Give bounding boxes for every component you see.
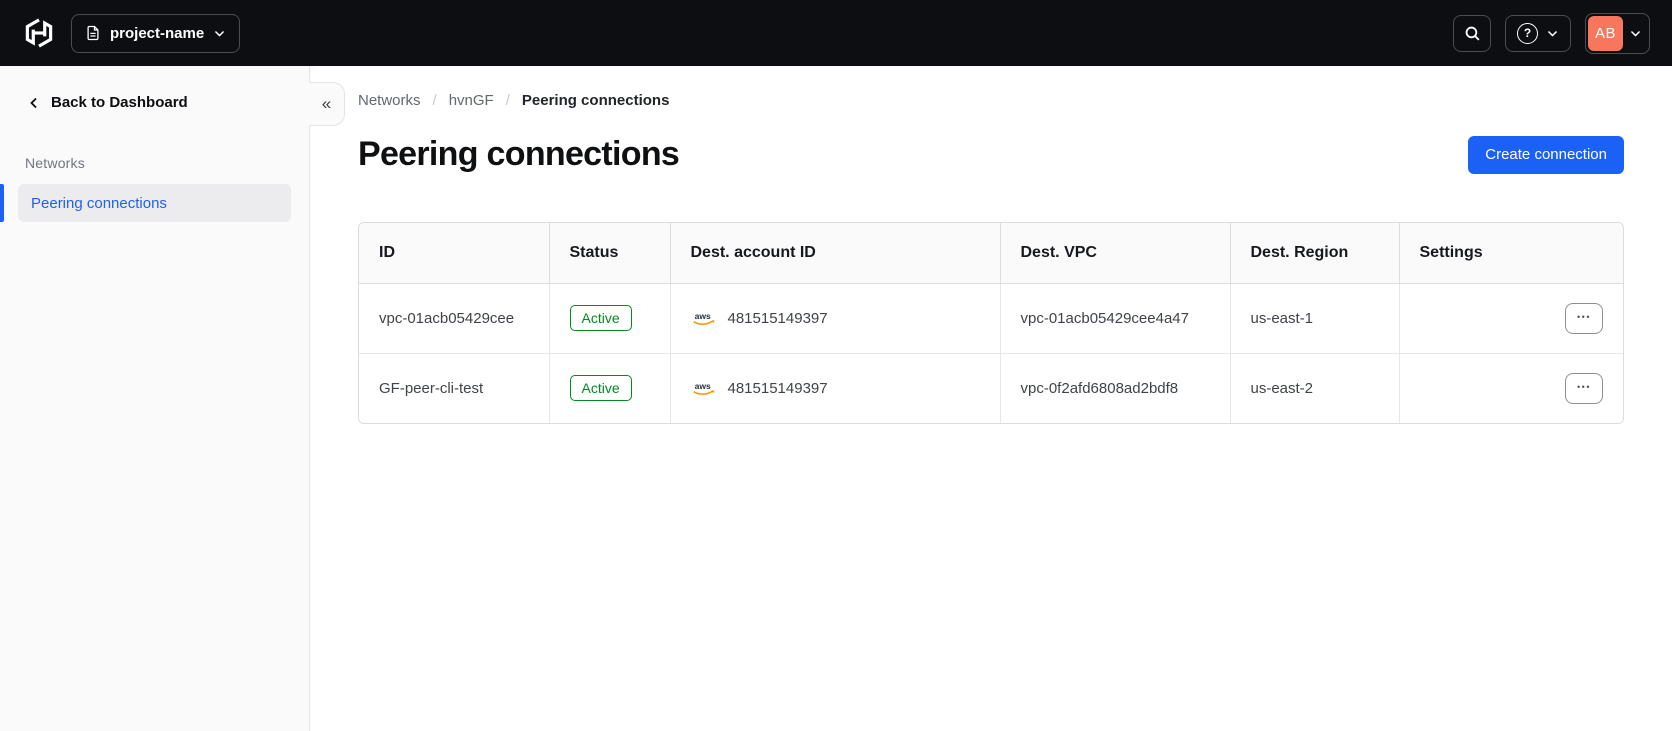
cell-region: us-east-2	[1230, 353, 1400, 423]
breadcrumb-separator: /	[432, 92, 437, 109]
search-icon	[1465, 26, 1480, 41]
search-button[interactable]	[1453, 14, 1491, 52]
cell-status: Active	[549, 283, 671, 354]
hashicorp-logo-icon	[25, 18, 53, 48]
breadcrumb: Networks / hvnGF / Peering connections	[358, 92, 1624, 109]
chevron-left-icon	[30, 97, 37, 108]
sidebar: Back to Dashboard Networks Peering conne…	[0, 66, 310, 731]
chevron-down-icon	[215, 30, 225, 37]
cell-vpc: vpc-0f2afd6808ad2bdf8	[1000, 353, 1231, 423]
aws-icon: aws	[692, 381, 715, 395]
cell-settings: •••	[1399, 353, 1623, 423]
column-header-vpc: Dest. VPC	[1000, 223, 1231, 284]
top-nav: project-name ? AB	[0, 0, 1672, 66]
user-menu-button[interactable]: AB	[1585, 12, 1650, 54]
account-id-value: 481515149397	[727, 379, 828, 397]
sidebar-section-networks: Networks	[25, 155, 85, 171]
column-header-region: Dest. Region	[1230, 223, 1400, 284]
project-selector[interactable]: project-name	[71, 13, 241, 53]
help-menu-button[interactable]: ?	[1505, 14, 1571, 52]
column-header-account: Dest. account ID	[670, 223, 1001, 284]
row-settings-menu-button[interactable]: •••	[1565, 372, 1603, 404]
create-connection-button[interactable]: Create connection	[1468, 135, 1624, 174]
column-header-id: ID	[359, 223, 550, 284]
cell-settings: •••	[1399, 283, 1623, 354]
cell-account: aws 481515149397	[670, 283, 1001, 354]
project-selector-label: project-name	[110, 24, 205, 42]
cell-id: vpc-01acb05429cee	[359, 283, 550, 354]
breadcrumb-networks[interactable]: Networks	[358, 92, 421, 109]
breadcrumb-current: Peering connections	[521, 92, 670, 109]
svg-text:aws: aws	[694, 381, 710, 391]
avatar: AB	[1588, 15, 1623, 51]
row-settings-menu-button[interactable]: •••	[1565, 302, 1603, 334]
help-icon: ?	[1517, 22, 1538, 44]
sidebar-item-label: Peering connections	[31, 194, 167, 212]
status-badge: Active	[569, 305, 632, 331]
breadcrumb-hvn[interactable]: hvnGF	[449, 92, 494, 109]
account-id-value: 481515149397	[727, 309, 828, 327]
active-indicator-bar	[0, 184, 4, 222]
back-to-dashboard-link[interactable]: Back to Dashboard	[20, 90, 194, 115]
sidebar-item-peering-connections[interactable]: Peering connections	[0, 184, 291, 222]
cell-status: Active	[549, 353, 671, 423]
ellipsis-icon: •••	[1577, 311, 1591, 322]
svg-text:aws: aws	[694, 310, 710, 320]
table-row: vpc-01acb05429cee Active aws 48151514939…	[359, 283, 1623, 354]
column-header-settings: Settings	[1399, 223, 1623, 284]
breadcrumb-separator: /	[505, 92, 510, 109]
table-row: GF-peer-cli-test Active aws 481515149397…	[359, 353, 1623, 423]
collapse-icon: «	[321, 94, 332, 113]
back-to-dashboard-label: Back to Dashboard	[51, 94, 188, 111]
status-badge: Active	[569, 375, 632, 402]
chevron-down-icon	[1630, 30, 1640, 37]
peering-connections-table: ID Status Dest. account ID Dest. VPC Des…	[358, 222, 1624, 424]
sidebar-collapse-button[interactable]: «	[309, 82, 345, 126]
cell-account: aws 481515149397	[670, 353, 1001, 423]
main-content: Networks / hvnGF / Peering connections P…	[310, 66, 1672, 731]
table-header-row: ID Status Dest. account ID Dest. VPC Des…	[359, 223, 1623, 284]
document-icon	[87, 25, 99, 41]
ellipsis-icon: •••	[1577, 381, 1591, 392]
cell-vpc: vpc-01acb05429cee4a47	[1000, 283, 1231, 354]
column-header-status: Status	[549, 223, 671, 284]
cell-id: GF-peer-cli-test	[359, 353, 550, 423]
cell-region: us-east-1	[1230, 283, 1400, 354]
page-title: Peering connections	[358, 135, 680, 173]
aws-icon: aws	[692, 310, 715, 325]
hashicorp-logo[interactable]	[24, 18, 54, 48]
chevron-down-icon	[1547, 30, 1558, 37]
